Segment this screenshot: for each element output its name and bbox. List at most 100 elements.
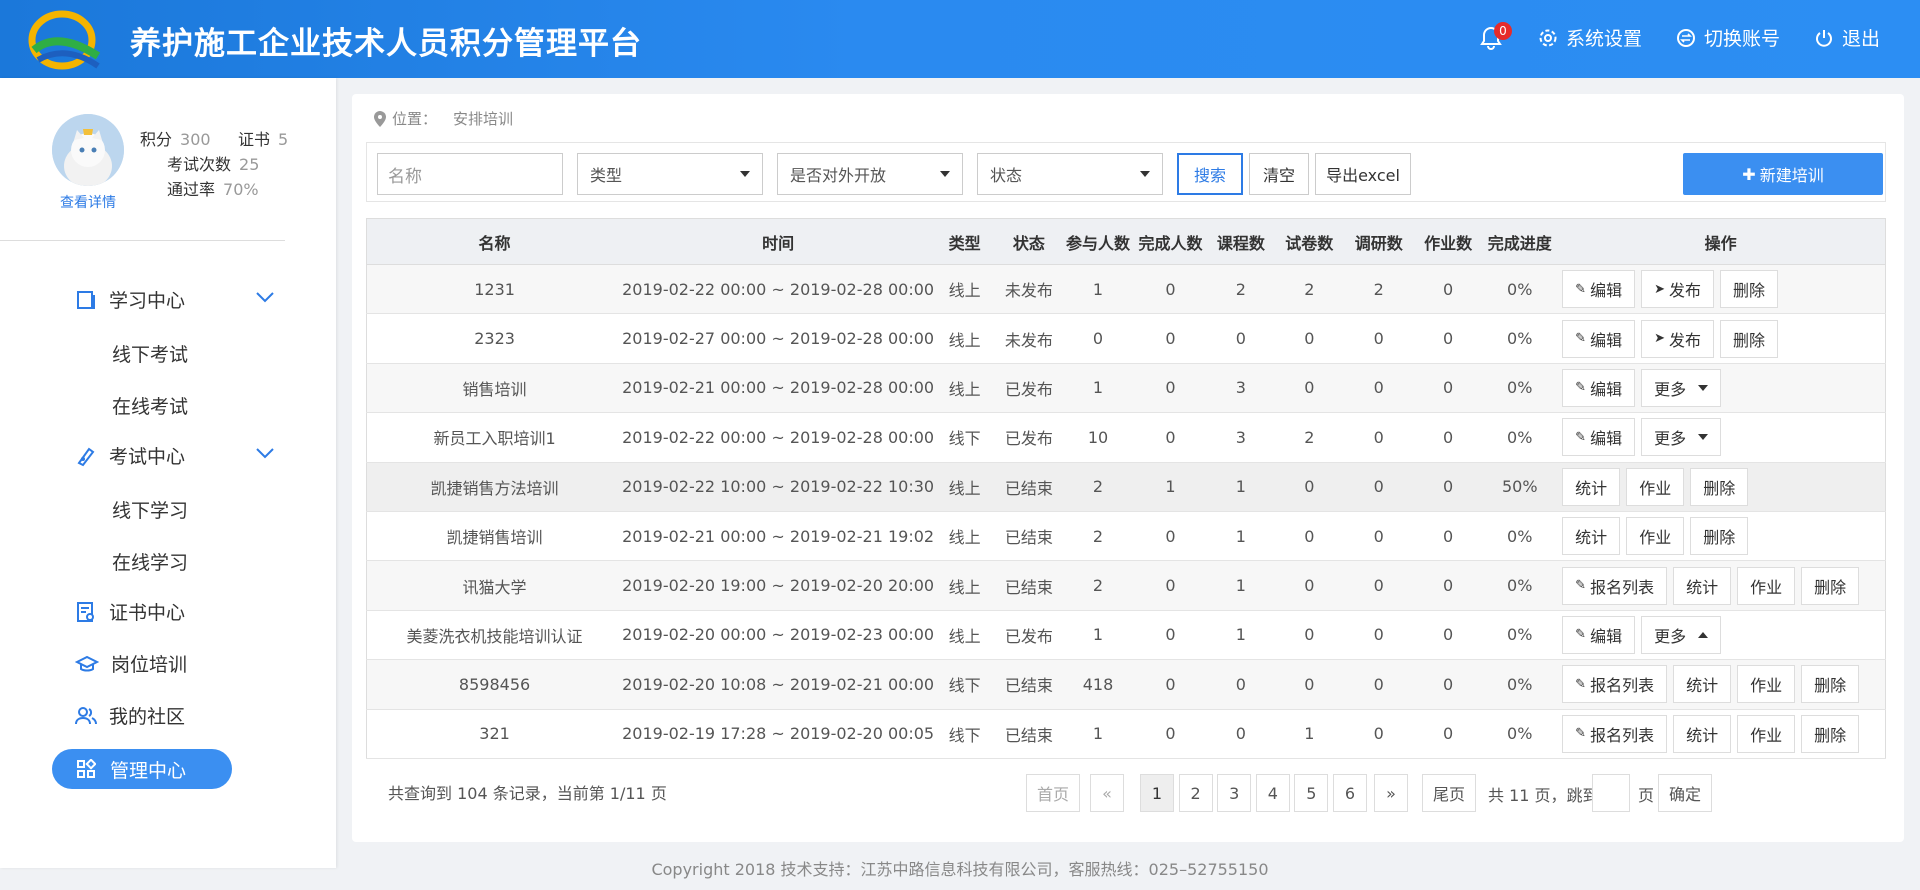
action-button[interactable]: 删除: [1801, 566, 1860, 605]
search-button[interactable]: 搜索: [1177, 153, 1243, 195]
new-training-button[interactable]: ✚ 新建培训: [1683, 153, 1883, 195]
action-button[interactable]: 更多: [1641, 368, 1722, 407]
action-button[interactable]: 作业: [1626, 467, 1685, 506]
table-row[interactable]: 2323 2019-02-27 00:00 ~ 2019-02-28 00:00 线…: [366, 313, 1886, 364]
action-button[interactable]: ➤ 发布: [1641, 319, 1715, 358]
action-label: 报名列表: [1590, 577, 1655, 597]
action-label: 编辑: [1590, 429, 1623, 449]
type-select[interactable]: 类型: [577, 153, 763, 195]
page-number-button[interactable]: 1: [1140, 774, 1174, 812]
caret-down-icon: [1698, 384, 1709, 391]
system-settings-button[interactable]: 系统设置: [1538, 24, 1642, 51]
logout-button[interactable]: 退出: [1814, 24, 1880, 51]
action-button[interactable]: 统计: [1562, 467, 1621, 506]
sidebar-item-post-training[interactable]: 岗位培训: [75, 650, 187, 677]
prev-page-button[interactable]: «: [1090, 774, 1124, 812]
sidebar-item-offline-exam[interactable]: 线下考试: [112, 340, 188, 367]
action-button[interactable]: ✎ 编辑: [1562, 615, 1636, 654]
page-number-button[interactable]: 2: [1178, 774, 1213, 812]
page-number-button[interactable]: 4: [1255, 774, 1290, 812]
table-row[interactable]: 新员工入职培训1 2019-02-22 00:00 ~ 2019-02-28 00…: [366, 412, 1886, 463]
action-button[interactable]: 作业: [1626, 517, 1685, 556]
page-number-button[interactable]: 5: [1294, 774, 1329, 812]
page-unit-text: 页: [1638, 786, 1655, 805]
table-row[interactable]: 8598456 2019-02-20 10:08 ~ 2019-02-21 00:…: [366, 659, 1886, 710]
open-select[interactable]: 是否对外开放: [777, 153, 963, 195]
action-button[interactable]: ✎ 编辑: [1562, 368, 1636, 407]
action-button[interactable]: 删除: [1690, 467, 1749, 506]
sidebar-item-community[interactable]: 我的社区: [75, 702, 185, 729]
page-number-button[interactable]: 6: [1333, 774, 1367, 812]
next-page-button[interactable]: »: [1374, 774, 1408, 812]
action-button[interactable]: 作业: [1737, 714, 1796, 753]
status-select[interactable]: 状态: [977, 153, 1163, 195]
sidebar-item-cert-center[interactable]: 证书中心: [75, 598, 185, 625]
action-button[interactable]: ✎ 报名列表: [1562, 714, 1668, 753]
table-row[interactable]: 美菱洗衣机技能培训认证 2019-02-20 00:00 ~ 2019-02-23…: [366, 610, 1886, 661]
cell-course: 1: [1207, 610, 1275, 661]
action-button[interactable]: 统计: [1673, 714, 1732, 753]
sidebar-item-online-exam[interactable]: 在线考试: [112, 392, 188, 419]
chevron-down-icon[interactable]: [255, 446, 275, 460]
name-search-input[interactable]: 名称: [377, 153, 563, 195]
action-button[interactable]: ✎ 报名列表: [1562, 665, 1668, 704]
action-button[interactable]: 更多: [1641, 418, 1722, 457]
action-button[interactable]: 删除: [1720, 319, 1779, 358]
sidebar-item-management-center[interactable]: 管理中心: [52, 749, 232, 789]
cell-progress: 0%: [1483, 560, 1557, 611]
view-details-link[interactable]: 查看详情: [60, 192, 116, 212]
action-label: 统计: [1575, 528, 1608, 548]
last-page-button[interactable]: 尾页: [1422, 774, 1476, 812]
go-button[interactable]: 确定: [1658, 774, 1712, 812]
action-button[interactable]: 删除: [1690, 517, 1749, 556]
table-row[interactable]: 1231 2019-02-22 00:00 ~ 2019-02-28 00:00 线…: [366, 264, 1886, 315]
table-row[interactable]: 销售培训 2019-02-21 00:00 ~ 2019-02-28 00:00 线…: [366, 363, 1886, 414]
table-row[interactable]: 凯捷销售培训 2019-02-21 00:00 ~ 2019-02-21 19:0…: [366, 511, 1886, 562]
first-page-button[interactable]: 首页: [1026, 774, 1080, 812]
action-label: 发布: [1669, 330, 1702, 350]
avatar[interactable]: [52, 114, 124, 186]
action-button[interactable]: ✎ 报名列表: [1562, 566, 1668, 605]
switch-account-button[interactable]: 切换账号: [1676, 24, 1780, 51]
table-row[interactable]: 讯猫大学 2019-02-20 19:00 ~ 2019-02-20 20:00 线…: [366, 560, 1886, 611]
action-button[interactable]: ✎ 编辑: [1562, 270, 1636, 309]
breadcrumb: 位置： 安排培训: [374, 108, 513, 129]
cell-name: 新员工入职培训1: [366, 412, 623, 463]
action-button[interactable]: 更多: [1641, 615, 1722, 654]
sidebar-item-exam-center[interactable]: 考试中心: [75, 442, 185, 469]
action-button[interactable]: 统计: [1562, 517, 1621, 556]
action-button[interactable]: 统计: [1673, 665, 1732, 704]
chevron-down-icon[interactable]: [255, 290, 275, 304]
action-button[interactable]: 作业: [1737, 566, 1796, 605]
cell-time: 2019-02-21 00:00 ~ 2019-02-21 19:02: [622, 511, 935, 562]
table-row[interactable]: 321 2019-02-19 17:28 ~ 2019-02-20 00:05 线下…: [366, 709, 1886, 759]
cell-paper: 0: [1274, 610, 1345, 661]
action-button[interactable]: 作业: [1737, 665, 1796, 704]
clear-button[interactable]: 清空: [1249, 153, 1309, 195]
export-excel-button[interactable]: 导出excel: [1315, 153, 1411, 195]
action-button[interactable]: ➤ 发布: [1641, 270, 1715, 309]
page-number-button[interactable]: 3: [1217, 774, 1252, 812]
jump-page-input[interactable]: [1592, 774, 1630, 812]
table-row[interactable]: 凯捷销售方法培训 2019-02-22 10:00 ~ 2019-02-22 10…: [366, 462, 1886, 512]
action-button[interactable]: 删除: [1801, 665, 1860, 704]
system-settings-label: 系统设置: [1565, 28, 1642, 50]
notification-count-badge: 0: [1493, 21, 1512, 40]
notification-button[interactable]: 0: [1478, 21, 1512, 51]
cell-survey: 0: [1344, 363, 1413, 414]
cell-done: 0: [1133, 560, 1208, 611]
action-button[interactable]: 删除: [1801, 714, 1860, 753]
action-button[interactable]: 统计: [1673, 566, 1732, 605]
cell-status: 已发布: [995, 610, 1063, 661]
send-icon: ➤: [1654, 331, 1665, 347]
breadcrumb-current[interactable]: 安排培训: [453, 108, 513, 129]
training-table: 名称 时间 类型 状态 参与人数 完成人数 课程数 试卷数 调研数 作业数 完成进度 操作 1231 2…: [366, 218, 1886, 759]
sidebar-item-study-center[interactable]: 学习中心: [75, 286, 185, 313]
sidebar-item-offline-study[interactable]: 线下学习: [112, 496, 188, 523]
action-button[interactable]: 删除: [1720, 270, 1779, 309]
action-button[interactable]: ✎ 编辑: [1562, 319, 1636, 358]
pass-rate-value: 70%: [223, 180, 259, 199]
sidebar-item-online-study[interactable]: 在线学习: [112, 548, 188, 575]
cell-join: 1: [1062, 363, 1134, 414]
action-button[interactable]: ✎ 编辑: [1562, 418, 1636, 457]
